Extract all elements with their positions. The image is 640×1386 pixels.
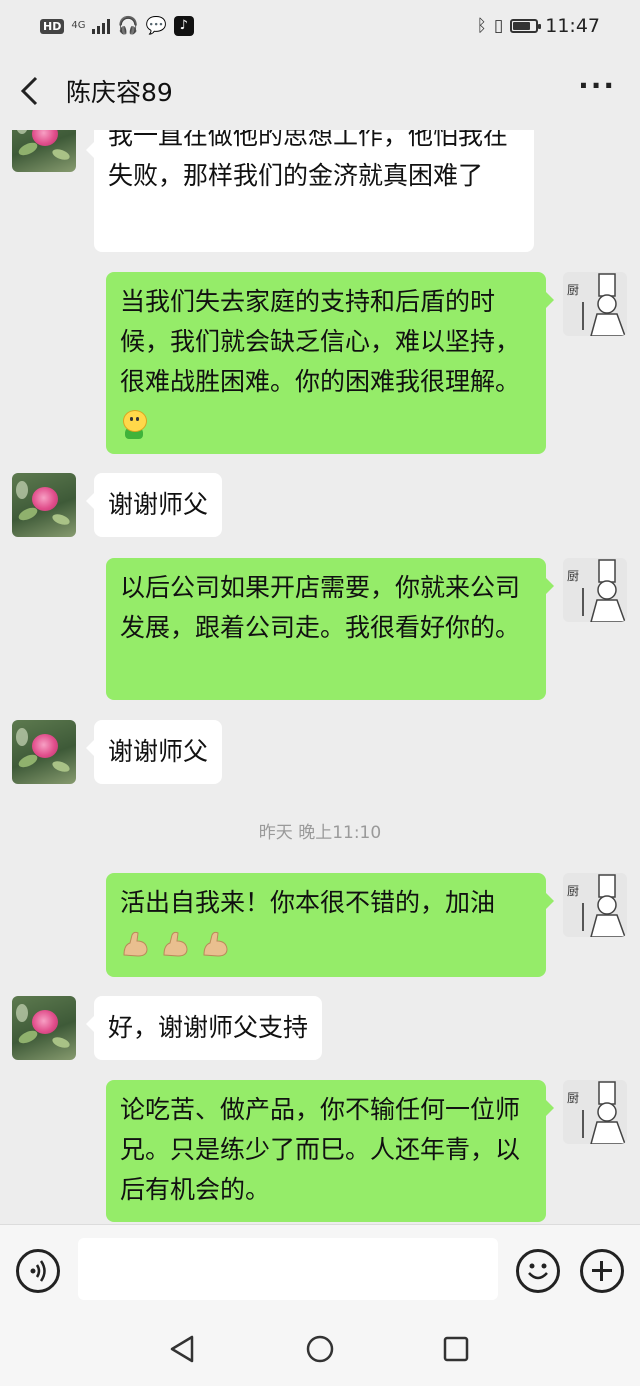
back-triangle-icon[interactable]: [168, 1334, 198, 1364]
contact-avatar[interactable]: [12, 720, 76, 784]
home-circle-icon[interactable]: [305, 1334, 335, 1364]
message-text: 谢谢师父: [108, 490, 209, 519]
chef-portrait-icon: 厨: [563, 873, 627, 937]
message-text: 以后公司如果开店需要，你就来公司发展，跟着公司走。我很看好你的。: [120, 573, 521, 642]
wechat-notification-icon: 💬: [145, 15, 167, 36]
signal-icon: [92, 18, 111, 34]
message-bubble-contact[interactable]: 谢谢师父: [85, 720, 223, 784]
recents-square-icon[interactable]: [441, 1334, 471, 1364]
svg-text:厨: 厨: [567, 569, 579, 583]
chef-portrait-icon: 厨: [563, 272, 627, 336]
chat-messages[interactable]: 我一直在做他的思想工作，他怕我在失败，那样我们的金济就真困难了 厨 当我们失去家…: [0, 130, 640, 1224]
message-text: 论吃苦、做产品，你不输任何一位师兄。只是练少了而巳。人还年青，以后有机会的。: [120, 1095, 521, 1204]
hd-badge: HD: [40, 18, 65, 34]
flexed-biceps-icon: [163, 931, 188, 957]
status-bar-right: ᛒ ▯ 11:47: [477, 15, 600, 37]
svg-text:厨: 厨: [567, 1091, 579, 1105]
self-avatar[interactable]: 厨: [563, 272, 627, 336]
svg-text:厨: 厨: [567, 884, 579, 898]
self-avatar[interactable]: 厨: [563, 1080, 627, 1144]
emoji-icon: [528, 1263, 548, 1280]
message-bubble-self[interactable]: 活出自我来！你本很不错的，加油: [106, 873, 554, 977]
contact-avatar[interactable]: [12, 473, 76, 537]
self-avatar[interactable]: 厨: [563, 558, 627, 622]
message-bubble-self[interactable]: 以后公司如果开店需要，你就来公司发展，跟着公司走。我很看好你的。: [106, 558, 554, 700]
flexed-biceps-icon: [203, 931, 228, 957]
bluetooth-icon: ᛒ: [476, 15, 487, 36]
message-text: 我一直在做他的思想工作，他怕我在失败，那样我们的金济就真困难了: [108, 130, 509, 190]
chat-header: 陈庆容89 ···: [0, 52, 640, 130]
emoji-button[interactable]: [516, 1249, 560, 1293]
message-input[interactable]: [78, 1238, 498, 1300]
headset-icon: 🎧: [117, 15, 139, 36]
voice-button[interactable]: [16, 1249, 60, 1293]
status-bar-left: HD 4G 🎧 💬 ♪: [40, 16, 194, 36]
back-button[interactable]: [18, 71, 48, 111]
battery-icon: [510, 19, 542, 33]
plus-button[interactable]: [580, 1249, 624, 1293]
message-bubble-contact[interactable]: 我一直在做他的思想工作，他怕我在失败，那样我们的金济就真困难了: [86, 130, 534, 252]
message-text: 活出自我来！你本很不错的，加油: [120, 888, 496, 917]
svg-text:厨: 厨: [567, 283, 579, 297]
contact-avatar[interactable]: [12, 130, 76, 172]
message-bubble-self[interactable]: 当我们失去家庭的支持和后盾的时候，我们就会缺乏信心，难以坚持，很难战胜困难。你的…: [106, 272, 554, 454]
contact-avatar[interactable]: [12, 996, 76, 1060]
self-avatar[interactable]: 厨: [563, 873, 627, 937]
tiktok-icon: ♪: [173, 16, 194, 36]
status-bar: HD 4G 🎧 💬 ♪ ᛒ ▯ 11:47: [0, 0, 640, 52]
input-bar: [0, 1224, 640, 1312]
message-bubble-contact[interactable]: 谢谢师父: [85, 473, 223, 537]
message-bubble-self[interactable]: 论吃苦、做产品，你不输任何一位师兄。只是练少了而巳。人还年青，以后有机会的。: [106, 1080, 554, 1222]
message-text: 谢谢师父: [108, 737, 209, 766]
chef-portrait-icon: 厨: [563, 1080, 627, 1144]
system-nav-bar: [0, 1312, 640, 1386]
flexed-biceps-emojis: [120, 923, 532, 963]
vibrate-icon: ▯: [493, 15, 504, 36]
message-text: 好，谢谢师父支持: [108, 1013, 309, 1042]
smiley-sticker-icon: [120, 410, 148, 440]
flexed-biceps-icon: [123, 931, 148, 957]
clock: 11:47: [545, 15, 600, 37]
chat-title: 陈庆容89: [66, 78, 173, 107]
message-timestamp: 昨天 晚上11:10: [258, 823, 382, 843]
message-text: 当我们失去家庭的支持和后盾的时候，我们就会缺乏信心，难以坚持，很难战胜困难。你的…: [120, 287, 521, 396]
chef-portrait-icon: 厨: [563, 558, 627, 622]
more-options-button[interactable]: ···: [572, 69, 622, 114]
chevron-left-icon: [20, 76, 38, 106]
network-type: 4G: [71, 20, 86, 31]
voice-icon: [30, 1260, 46, 1282]
message-bubble-contact[interactable]: 好，谢谢师父支持: [85, 996, 323, 1060]
